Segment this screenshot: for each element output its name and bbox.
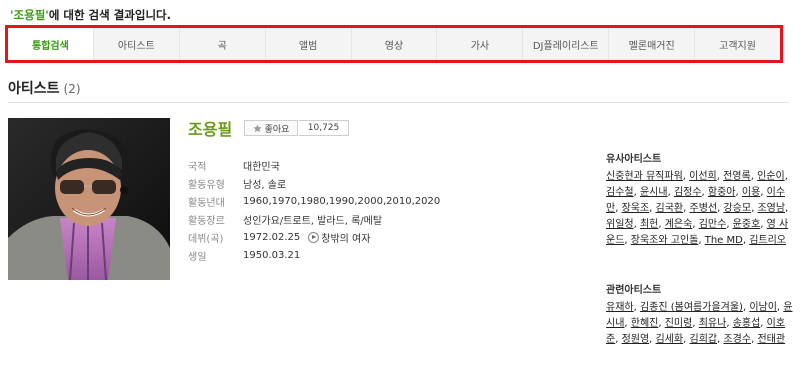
- related-artist-link[interactable]: 이남이: [749, 302, 777, 313]
- related-artist-link[interactable]: 송홍섭: [733, 318, 761, 329]
- related-artist-link[interactable]: 전태관: [757, 334, 785, 345]
- related-artist-link[interactable]: 진미령: [665, 318, 693, 329]
- similar-artist-list: 신중현과 뮤직파워, 이선희, 전영록, 인순이, 김수철, 윤시내, 김정수,…: [606, 171, 789, 246]
- similar-artist-link[interactable]: 함중아: [708, 187, 736, 198]
- detail-value: 1950.03.21: [243, 249, 301, 261]
- star-icon: [252, 123, 262, 132]
- divider: [8, 102, 790, 103]
- search-result-heading: '조용필'에 대한 검색 결과입니다.: [10, 7, 171, 23]
- similar-artist-link[interactable]: 인순이: [757, 171, 785, 182]
- similar-artist-link[interactable]: 김수철: [606, 187, 634, 198]
- similar-artist-link[interactable]: 신중현과 뮤직파워: [606, 171, 683, 182]
- detail-row: 활동장르 성인가요/트로트, 발라드, 록/메탈: [188, 210, 440, 228]
- similar-artists-title: 유사아티스트: [606, 154, 662, 165]
- section-count: (2): [63, 82, 81, 96]
- related-artists: 관련아티스트 유재하, 김종진 (봄여름가을겨울), 이남이, 윤시내, 한혜진…: [606, 283, 796, 348]
- tab-3[interactable]: 앨범: [266, 28, 352, 60]
- similar-artist-link[interactable]: 장욱조: [622, 203, 650, 214]
- similar-artist-link[interactable]: 장욱조와 고인돌: [631, 235, 699, 246]
- similar-artist-link[interactable]: 이선희: [689, 171, 717, 182]
- tab-5[interactable]: 가사: [437, 28, 524, 60]
- related-artist-link[interactable]: 조경수: [723, 334, 751, 345]
- like-count: 10,725: [299, 120, 349, 136]
- similar-artist-link[interactable]: 이용: [742, 187, 760, 198]
- tab-0[interactable]: 통합검색: [8, 28, 94, 60]
- tab-1[interactable]: 아티스트: [94, 28, 180, 60]
- detail-row: 생일 1950.03.21: [188, 246, 440, 264]
- detail-label: 데뷔(곡): [188, 233, 224, 245]
- related-artist-link[interactable]: 유재하: [606, 302, 634, 313]
- artist-photo[interactable]: [8, 118, 170, 280]
- similar-artist-link[interactable]: 김정수: [674, 187, 702, 198]
- search-result-suffix: 에 대한 검색 결과입니다.: [48, 8, 171, 22]
- detail-value: 1960,1970,1980,1990,2000,2010,2020: [243, 195, 441, 207]
- detail-row: 국적 대한민국: [188, 156, 440, 174]
- section-title: 아티스트 (2): [8, 81, 81, 97]
- detail-value: 남성, 솔로: [243, 179, 287, 191]
- search-tab-bar: 통합검색 아티스트 곡 앨범 영상 가사 DJ플레이리스트 멜론매거진 고객지원: [8, 28, 780, 60]
- related-artist-list: 유재하, 김종진 (봄여름가을겨울), 이남이, 윤시내, 한혜진, 진미령, …: [606, 302, 793, 345]
- similar-artist-link[interactable]: 최헌: [640, 219, 658, 230]
- detail-value: 1972.02.25: [243, 231, 301, 243]
- similar-artist-link[interactable]: The MD: [705, 235, 743, 246]
- similar-artist-link[interactable]: 위일청: [606, 219, 634, 230]
- similar-artist-link[interactable]: 전영록: [723, 171, 751, 182]
- similar-artist-link[interactable]: 계은숙: [665, 219, 693, 230]
- related-artist-link[interactable]: 한혜진: [631, 318, 659, 329]
- tab-7[interactable]: 멜론매거진: [609, 28, 696, 60]
- tab-8[interactable]: 고객지원: [695, 28, 780, 60]
- tab-6[interactable]: DJ플레이리스트: [523, 28, 610, 60]
- detail-label: 활동장르: [188, 215, 225, 227]
- similar-artist-link[interactable]: 윤중호: [733, 219, 761, 230]
- detail-row: 데뷔(곡) 1972.02.25 창밖의 여자: [188, 228, 440, 246]
- related-artists-title: 관련아티스트: [606, 285, 662, 296]
- similar-artist-link[interactable]: 윤시내: [640, 187, 668, 198]
- debut-song-link[interactable]: 창밖의 여자: [321, 230, 370, 245]
- like-label: 좋아요: [264, 124, 290, 135]
- artist-name[interactable]: 조용필: [188, 116, 232, 140]
- detail-label: 활동유형: [188, 179, 225, 191]
- tab-4[interactable]: 영상: [352, 28, 438, 60]
- similar-artists: 유사아티스트 신중현과 뮤직파워, 이선희, 전영록, 인순이, 김수철, 윤시…: [606, 152, 796, 249]
- similar-artist-link[interactable]: 김국환: [656, 203, 684, 214]
- detail-row: 활동년대 1960,1970,1980,1990,2000,2010,2020: [188, 192, 440, 210]
- detail-value: 성인가요/트로트, 발라드, 록/메탈: [243, 215, 383, 227]
- similar-artist-link[interactable]: 주병선: [690, 203, 718, 214]
- related-artist-link[interactable]: 김희갑: [690, 334, 718, 345]
- similar-artist-link[interactable]: 강승모: [723, 203, 751, 214]
- detail-row: 활동유형 남성, 솔로: [188, 174, 440, 192]
- related-artist-link[interactable]: 정원영: [622, 334, 650, 345]
- related-artist-link[interactable]: 김세화: [656, 334, 684, 345]
- search-query: '조용필': [10, 8, 49, 22]
- play-icon[interactable]: [308, 231, 320, 243]
- similar-artist-link[interactable]: 김만수: [699, 219, 727, 230]
- artist-details: 국적 대한민국활동유형 남성, 솔로활동년대 1960,1970,1980,1990,…: [188, 156, 440, 264]
- related-artist-link[interactable]: 김종진 (봄여름가을겨울): [640, 302, 743, 313]
- detail-label: 국적: [188, 161, 207, 173]
- like-button[interactable]: 좋아요: [244, 120, 298, 136]
- detail-value: 대한민국: [243, 161, 280, 173]
- detail-label: 생일: [188, 251, 207, 263]
- detail-label: 활동년대: [188, 197, 225, 209]
- similar-artist-link[interactable]: 조영남: [757, 203, 785, 214]
- tab-2[interactable]: 곡: [180, 28, 266, 60]
- similar-artist-link[interactable]: 김트리오: [749, 235, 786, 246]
- related-artist-link[interactable]: 최유나: [699, 318, 727, 329]
